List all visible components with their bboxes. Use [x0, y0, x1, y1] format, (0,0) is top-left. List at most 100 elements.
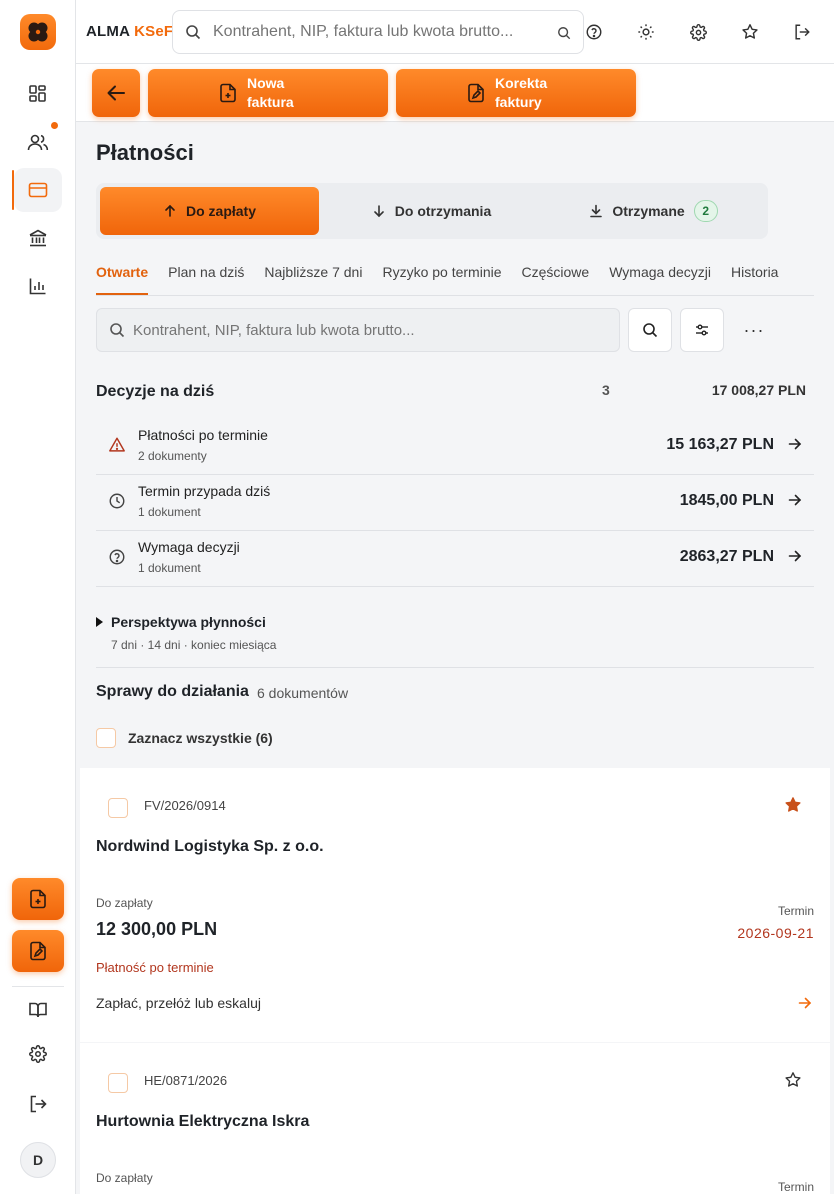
- file-plus-icon: [220, 83, 236, 103]
- warning-icon: [109, 437, 125, 452]
- segment-to-receive[interactable]: Do otrzymania: [322, 187, 541, 235]
- notification-dot: [51, 122, 58, 129]
- help-icon: [586, 24, 602, 40]
- header-search[interactable]: [172, 10, 584, 54]
- help-button[interactable]: [582, 20, 606, 44]
- bank-icon: [29, 229, 47, 247]
- status-text: Płatność po terminie: [96, 960, 214, 975]
- arrow-left-icon: [107, 85, 125, 101]
- sidebar: D: [0, 0, 76, 1194]
- decision-name: Wymaga decyzji: [138, 539, 240, 555]
- star-icon: [742, 24, 758, 39]
- segment-to-pay[interactable]: Do zapłaty: [100, 187, 319, 235]
- decision-row-needs-decision[interactable]: Wymaga decyzji 1 dokument 2863,27 PLN: [96, 531, 814, 587]
- segment-to-pay-label: Do zapłaty: [185, 203, 256, 219]
- received-count-badge: 2: [693, 200, 718, 222]
- section-divider: [96, 667, 814, 668]
- nav-bank[interactable]: [14, 216, 62, 260]
- tab-overdue-risk[interactable]: Ryzyko po terminie: [382, 264, 501, 296]
- decision-amount: 15 163,27 PLN: [666, 436, 774, 453]
- case-card[interactable]: FV/2026/0914 Nordwind Logistyka Sp. z o.…: [80, 768, 830, 1042]
- case-checkbox[interactable]: [108, 798, 128, 818]
- favorites-button[interactable]: [738, 20, 762, 44]
- sidebar-correction-button[interactable]: [12, 930, 64, 972]
- cases-count: 6 dokumentów: [257, 685, 349, 701]
- decision-name: Termin przypada dziś: [138, 483, 271, 499]
- search-submit-icon[interactable]: [557, 26, 571, 40]
- select-all-checkbox[interactable]: [96, 728, 116, 748]
- case-action-link[interactable]: Zapłać, przełóż lub eskaluj: [96, 995, 261, 1011]
- gear-icon: [29, 1045, 47, 1063]
- star-filled-icon[interactable]: [784, 796, 802, 814]
- clock-icon: [109, 493, 125, 509]
- new-invoice-button[interactable]: Nowa faktura: [148, 69, 388, 117]
- term-date: 2026-09-21: [737, 925, 814, 941]
- sidebar-new-invoice-button[interactable]: [12, 878, 64, 920]
- arrow-down-icon: [373, 205, 384, 218]
- invoice-number: HE/0871/2026: [144, 1073, 228, 1088]
- nav-reports[interactable]: [14, 264, 62, 308]
- avatar[interactable]: D: [20, 1142, 56, 1178]
- filter-tabs: Otwarte Plan na dziś Najbliższe 7 dni Ry…: [96, 264, 778, 296]
- tab-plan-today[interactable]: Plan na dziś: [168, 264, 244, 296]
- settings-button[interactable]: [686, 20, 710, 44]
- action-bar: Nowa faktura Korekta faktury: [76, 64, 834, 122]
- select-all-label[interactable]: Zaznacz wszystkie (6): [128, 730, 273, 746]
- tab-next-7-days[interactable]: Najbliższe 7 dni: [264, 264, 362, 296]
- tab-open[interactable]: Otwarte: [96, 264, 149, 296]
- caret-right-icon: [96, 617, 103, 627]
- case-checkbox[interactable]: [108, 1073, 128, 1093]
- decision-name: Płatności po terminie: [138, 427, 268, 443]
- star-icon[interactable]: [784, 1071, 802, 1089]
- segment-received[interactable]: Otrzymane 2: [544, 187, 763, 235]
- payments-search[interactable]: [96, 308, 620, 352]
- due-label: Do zapłaty: [96, 896, 153, 910]
- nav-logout[interactable]: [14, 1082, 62, 1126]
- tabs-divider: [96, 295, 814, 296]
- filters-button[interactable]: [680, 308, 724, 352]
- case-card[interactable]: HE/0871/2026 Hurtownia Elektryczna Iskra…: [80, 1043, 830, 1194]
- decisions-count: 3: [602, 382, 610, 398]
- search-button[interactable]: [628, 308, 672, 352]
- liquidity-perspective-toggle[interactable]: Perspektywa płynności: [96, 614, 266, 630]
- help-icon: [109, 549, 125, 565]
- clover-logo-icon: [28, 22, 48, 42]
- nav-dashboard[interactable]: [14, 72, 62, 116]
- arrow-right-icon: [788, 494, 802, 506]
- decision-row-overdue[interactable]: Płatności po terminie 2 dokumenty 15 163…: [96, 419, 814, 475]
- app-logo[interactable]: [20, 14, 56, 50]
- tab-partial[interactable]: Częściowe: [522, 264, 590, 296]
- users-icon: [27, 134, 49, 151]
- top-header: ALMA KSeF: [76, 0, 834, 64]
- file-edit-icon: [468, 83, 484, 103]
- decision-sub: 2 dokumenty: [138, 449, 207, 463]
- more-options-button[interactable]: ···: [740, 318, 768, 342]
- nav-docs[interactable]: [14, 988, 62, 1032]
- header-logout-button[interactable]: [790, 20, 814, 44]
- payments-search-input[interactable]: [133, 319, 603, 341]
- nav-contacts[interactable]: [14, 120, 62, 164]
- tab-needs-decision[interactable]: Wymaga decyzji: [609, 264, 711, 296]
- search-icon: [110, 323, 125, 338]
- brand-name: ALMA: [86, 23, 131, 40]
- logout-icon: [795, 24, 810, 40]
- correction-button[interactable]: Korekta faktury: [396, 69, 636, 117]
- back-button[interactable]: [92, 69, 140, 117]
- arrow-right-icon[interactable]: [798, 996, 812, 1010]
- search-icon: [643, 323, 658, 338]
- theme-toggle[interactable]: [634, 20, 658, 44]
- decision-sub: 1 dokument: [138, 561, 201, 575]
- segment-control: Do zapłaty Do otrzymania Otrzymane 2: [96, 183, 768, 239]
- tab-history[interactable]: Historia: [731, 264, 778, 296]
- main-content: Płatności Do zapłaty Do otrzymania Otrzy…: [76, 122, 834, 1194]
- decision-row-due-today[interactable]: Termin przypada dziś 1 dokument 1845,00 …: [96, 475, 814, 531]
- term-label: Termin: [777, 904, 814, 918]
- header-search-input[interactable]: [213, 21, 513, 43]
- credit-card-icon: [28, 182, 48, 198]
- search-icon: [186, 25, 201, 40]
- nav-settings[interactable]: [14, 1032, 62, 1076]
- company-name: Nordwind Logistyka Sp. z o.o.: [96, 838, 324, 855]
- logout-icon: [30, 1095, 47, 1113]
- nav-payments[interactable]: [12, 168, 62, 212]
- decision-amount: 1845,00 PLN: [679, 492, 774, 509]
